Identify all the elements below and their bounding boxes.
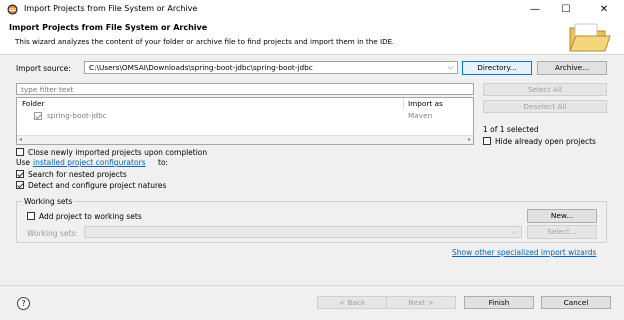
deselect-all-button[interactable]: Deselect All [483, 100, 607, 113]
finish-button[interactable]: Finish [464, 296, 534, 309]
footer-divider [0, 285, 624, 286]
working-sets-field-label: Working sets: [27, 229, 78, 238]
wizard-title: Import Projects from File System or Arch… [9, 23, 208, 32]
search-nested-label[interactable]: Search for nested projects [28, 170, 127, 179]
eclipse-icon [7, 4, 18, 15]
selection-count: 1 of 1 selected [483, 125, 539, 134]
import-source-combo[interactable]: C:\Users\OMSAI\Downloads\spring-boot-jdb… [84, 61, 458, 74]
use-suffix: to: [158, 158, 169, 167]
table-row[interactable]: spring-boot-jdbc Maven [17, 110, 473, 123]
chevron-down-icon[interactable]: ⌵ [512, 228, 517, 237]
wizard-description: This wizard analyzes the content of your… [15, 37, 395, 46]
new-working-set-button[interactable]: New... [527, 209, 597, 223]
close-window-button[interactable]: ✕ [589, 0, 619, 19]
add-to-working-sets-checkbox[interactable] [27, 212, 35, 220]
back-button[interactable]: < Back [317, 296, 387, 309]
window-title: Import Projects from File System or Arch… [24, 4, 198, 13]
detect-natures-checkbox[interactable] [16, 181, 24, 189]
scroll-right-icon[interactable]: ▸ [468, 136, 471, 143]
working-sets-combo[interactable]: ⌵ [84, 226, 522, 238]
close-imported-label[interactable]: Close newly imported projects upon compl… [28, 148, 207, 157]
scroll-left-icon[interactable]: ◂ [19, 136, 22, 143]
row-folder: spring-boot-jdbc [47, 111, 107, 120]
directory-button[interactable]: Directory... [462, 61, 532, 75]
help-icon[interactable]: ? [17, 297, 30, 310]
folder-icon [569, 23, 611, 52]
next-button[interactable]: Next > [386, 296, 456, 309]
column-header-import-as[interactable]: Import as [408, 98, 443, 110]
filter-placeholder: type filter text [21, 85, 74, 94]
horizontal-scrollbar[interactable]: ◂ ▸ [17, 135, 473, 144]
close-imported-checkbox[interactable] [16, 148, 24, 156]
detect-natures-label[interactable]: Detect and configure project natures [28, 181, 166, 190]
select-working-sets-button[interactable]: Select... [527, 225, 597, 239]
configurators-link[interactable]: installed project configurators [33, 158, 146, 167]
column-header-folder[interactable]: Folder [22, 98, 45, 110]
add-to-working-sets-label[interactable]: Add project to working sets [39, 212, 142, 221]
minimize-button[interactable]: — [520, 0, 550, 19]
use-prefix: Use [16, 158, 31, 167]
row-checkbox[interactable] [34, 112, 42, 120]
filter-input[interactable]: type filter text [16, 83, 474, 95]
import-source-value: C:\Users\OMSAI\Downloads\spring-boot-jdb… [89, 63, 313, 72]
cancel-button[interactable]: Cancel [541, 296, 611, 309]
row-import-as: Maven [408, 111, 433, 120]
specialized-wizards-link[interactable]: Show other specialized import wizards [452, 248, 596, 257]
hide-open-checkbox[interactable] [483, 137, 491, 145]
projects-table[interactable]: Folder Import as spring-boot-jdbc Maven … [16, 97, 474, 145]
archive-button[interactable]: Archive... [537, 61, 607, 75]
import-source-label: Import source: [16, 64, 71, 73]
search-nested-checkbox[interactable] [16, 170, 24, 178]
working-sets-title: Working sets [22, 197, 75, 206]
hide-open-label[interactable]: Hide already open projects [495, 137, 596, 146]
select-all-button[interactable]: Select All [483, 83, 607, 96]
column-divider [403, 98, 404, 110]
chevron-down-icon[interactable]: ⌵ [448, 63, 453, 72]
maximize-button[interactable]: ☐ [551, 0, 581, 19]
